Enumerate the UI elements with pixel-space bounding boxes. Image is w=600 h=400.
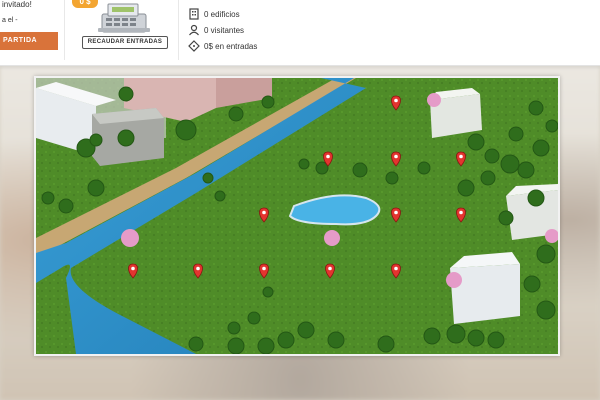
park-map[interactable] bbox=[34, 76, 560, 356]
tree bbox=[417, 161, 431, 175]
stat-tickets-text: 0$ en entradas bbox=[204, 41, 258, 51]
tree bbox=[536, 300, 556, 320]
tree bbox=[227, 321, 241, 335]
blossom-tree bbox=[121, 229, 139, 247]
tree bbox=[446, 324, 466, 344]
blossom-tree bbox=[324, 230, 340, 246]
divider bbox=[178, 0, 179, 60]
tree bbox=[175, 119, 197, 141]
tree bbox=[202, 172, 214, 184]
stat-visitors: 0 visitantes bbox=[188, 22, 257, 38]
tree bbox=[500, 154, 520, 174]
tree bbox=[327, 331, 345, 349]
stat-buildings-text: 0 edificios bbox=[204, 9, 240, 19]
stat-buildings: 0 edificios bbox=[188, 6, 257, 22]
tree bbox=[89, 133, 103, 147]
tree bbox=[87, 179, 105, 197]
top-bar: invitado! a el - PARTIDA 0 $ RECAUDAR EN… bbox=[0, 0, 600, 66]
tree bbox=[484, 148, 500, 164]
tree bbox=[467, 133, 485, 151]
stat-tickets: 0$ en entradas bbox=[188, 38, 257, 54]
tree bbox=[257, 337, 275, 354]
blossom-tree bbox=[427, 93, 441, 107]
tree bbox=[117, 129, 135, 147]
collect-tickets-button[interactable]: RECAUDAR ENTRADAS bbox=[82, 36, 168, 49]
park-stats: 0 edificios 0 visitantes 0$ en entradas bbox=[188, 6, 257, 54]
tree bbox=[545, 119, 558, 133]
divider bbox=[64, 0, 65, 60]
tree bbox=[247, 311, 261, 325]
guest-greeting: invitado! bbox=[2, 0, 32, 9]
tree bbox=[517, 161, 535, 179]
ticket-icon bbox=[188, 40, 200, 52]
start-game-button[interactable]: PARTIDA bbox=[0, 32, 58, 50]
tree bbox=[467, 329, 485, 347]
tree bbox=[214, 190, 226, 202]
tree bbox=[523, 275, 541, 293]
tree bbox=[297, 321, 315, 339]
tree bbox=[527, 189, 545, 207]
building-icon bbox=[188, 8, 200, 20]
coin-badge: 0 $ bbox=[72, 0, 98, 8]
tree bbox=[487, 331, 505, 349]
tree bbox=[423, 327, 441, 345]
tree bbox=[498, 210, 514, 226]
tree bbox=[41, 191, 55, 205]
tree bbox=[377, 335, 395, 353]
tree bbox=[58, 198, 74, 214]
account-panel: invitado! a el - PARTIDA bbox=[0, 0, 62, 66]
tree bbox=[352, 162, 368, 178]
tree bbox=[385, 171, 399, 185]
tree bbox=[508, 126, 524, 142]
tree bbox=[227, 337, 245, 354]
tree bbox=[532, 139, 550, 157]
cash-register-icon bbox=[96, 0, 152, 34]
person-icon bbox=[188, 24, 200, 36]
tree bbox=[228, 106, 244, 122]
park-map-canvas bbox=[36, 78, 558, 354]
building-right-bottom bbox=[450, 252, 520, 324]
tree bbox=[188, 336, 204, 352]
tree bbox=[298, 158, 310, 170]
stat-visitors-text: 0 visitantes bbox=[204, 25, 245, 35]
account-subtext: a el - bbox=[2, 17, 18, 24]
tree bbox=[528, 100, 544, 116]
tree bbox=[118, 86, 134, 102]
tree bbox=[457, 179, 475, 197]
blossom-tree bbox=[446, 272, 462, 288]
tree bbox=[262, 286, 274, 298]
tree bbox=[480, 170, 496, 186]
tree bbox=[536, 244, 556, 264]
tree bbox=[261, 95, 275, 109]
tree bbox=[277, 331, 295, 349]
